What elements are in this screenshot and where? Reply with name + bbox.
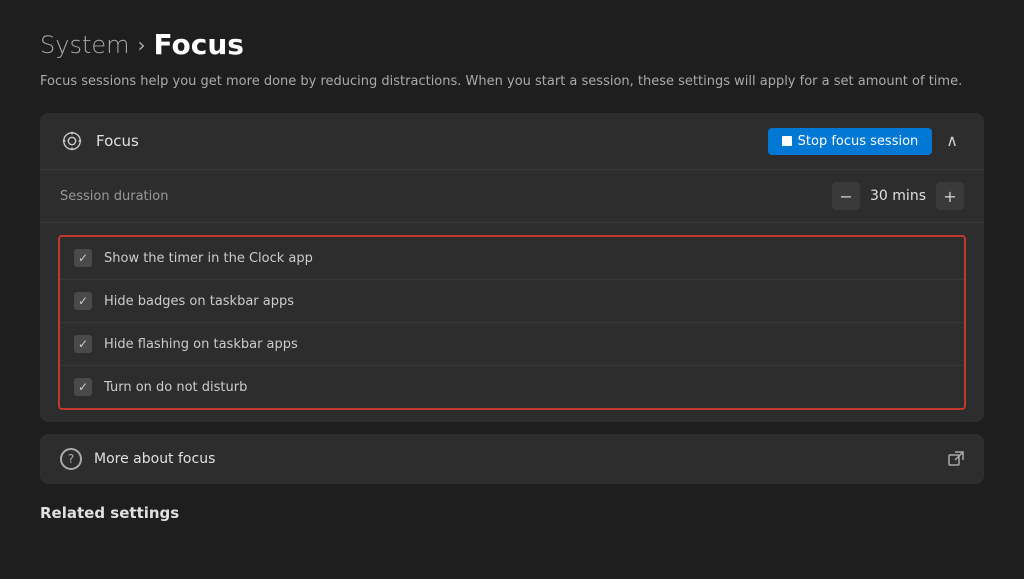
question-icon: ? — [60, 448, 82, 470]
session-duration-label: Session duration — [60, 189, 168, 204]
checkmark-timer-icon: ✓ — [78, 252, 88, 264]
duration-controls: − 30 mins + — [832, 182, 964, 210]
checkbox-flashing[interactable]: ✓ — [74, 335, 92, 353]
breadcrumb-current: Focus — [154, 28, 244, 61]
duration-unit: mins — [892, 188, 926, 204]
related-settings-heading: Related settings — [40, 504, 984, 522]
option-row-flashing: ✓ Hide flashing on taskbar apps — [60, 323, 964, 366]
breadcrumb-system[interactable]: System — [40, 31, 130, 59]
card-title: Focus — [96, 132, 139, 150]
checkmark-badges-icon: ✓ — [78, 295, 88, 307]
related-settings-label: Related settings — [40, 500, 179, 526]
duration-number: 30 — [870, 188, 888, 204]
more-focus-label: More about focus — [94, 451, 215, 467]
option-row-timer: ✓ Show the timer in the Clock app — [60, 237, 964, 280]
focus-icon — [60, 129, 84, 153]
decrease-duration-button[interactable]: − — [832, 182, 860, 210]
breadcrumb: System › Focus — [40, 28, 984, 61]
chevron-up-icon: ∧ — [946, 131, 958, 151]
card-header-left: Focus — [60, 129, 139, 153]
stop-icon — [782, 136, 792, 146]
card-header: Focus Stop focus session ∧ — [40, 113, 984, 170]
stop-button-label: Stop focus session — [798, 134, 919, 149]
option-label-flashing: Hide flashing on taskbar apps — [104, 337, 298, 352]
external-link-icon[interactable] — [948, 451, 964, 467]
checkbox-timer[interactable]: ✓ — [74, 249, 92, 267]
card-header-right: Stop focus session ∧ — [768, 127, 964, 155]
increase-duration-button[interactable]: + — [936, 182, 964, 210]
checkbox-badges[interactable]: ✓ — [74, 292, 92, 310]
option-label-dnd: Turn on do not disturb — [104, 380, 247, 395]
checkmark-flashing-icon: ✓ — [78, 338, 88, 350]
collapse-button[interactable]: ∧ — [940, 127, 964, 155]
more-focus-card[interactable]: ? More about focus — [40, 434, 984, 484]
checkbox-dnd[interactable]: ✓ — [74, 378, 92, 396]
duration-value: 30 mins — [870, 188, 926, 204]
options-section: ✓ Show the timer in the Clock app ✓ Hide… — [58, 235, 966, 410]
option-label-timer: Show the timer in the Clock app — [104, 251, 313, 266]
page-description: Focus sessions help you get more done by… — [40, 73, 984, 91]
more-focus-left: ? More about focus — [60, 448, 215, 470]
checkmark-dnd-icon: ✓ — [78, 381, 88, 393]
stop-focus-session-button[interactable]: Stop focus session — [768, 128, 933, 155]
option-row-badges: ✓ Hide badges on taskbar apps — [60, 280, 964, 323]
breadcrumb-separator: › — [138, 33, 146, 57]
focus-card: Focus Stop focus session ∧ Session durat… — [40, 113, 984, 422]
session-duration-row: Session duration − 30 mins + — [40, 170, 984, 223]
option-row-dnd: ✓ Turn on do not disturb — [60, 366, 964, 408]
option-label-badges: Hide badges on taskbar apps — [104, 294, 294, 309]
